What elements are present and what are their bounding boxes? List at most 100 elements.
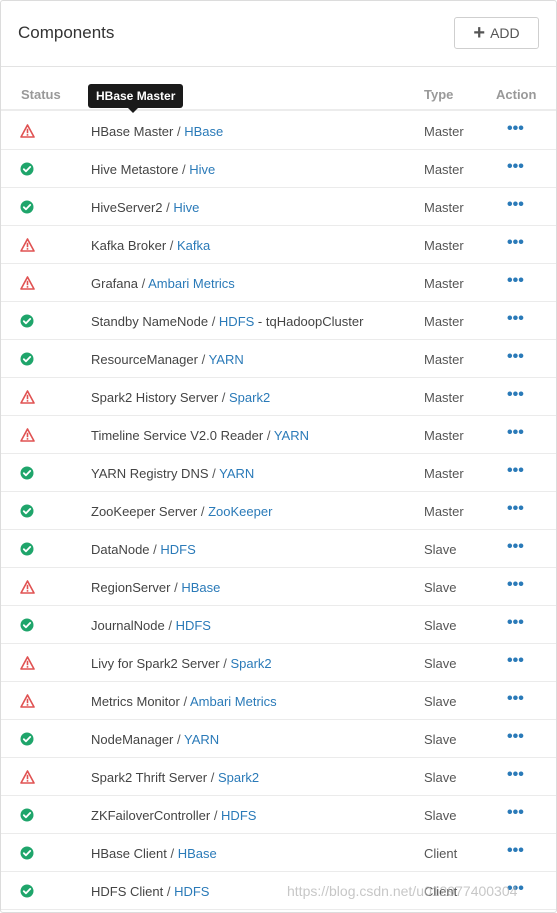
- service-link[interactable]: HBase: [184, 124, 223, 139]
- component-label[interactable]: ZooKeeper Server: [91, 504, 197, 519]
- service-link[interactable]: YARN: [219, 466, 254, 481]
- component-label[interactable]: Timeline Service V2.0 Reader: [91, 428, 263, 443]
- separator: /: [208, 314, 219, 329]
- component-name: ResourceManager / YARN: [91, 352, 244, 367]
- separator: /: [163, 884, 175, 899]
- table-row: JournalNode / HDFS Slave •••: [1, 606, 556, 644]
- watermark: https://blog.csdn.net/u012977400304: [287, 883, 518, 899]
- table-row: Spark2 History Server / Spark2 Master •••: [1, 378, 556, 416]
- separator: /: [208, 466, 220, 481]
- table-row: Grafana / Ambari Metrics Master •••: [1, 264, 556, 302]
- status-ok-icon: [20, 352, 34, 366]
- service-link[interactable]: HBase: [181, 580, 220, 595]
- service-link[interactable]: HBase: [178, 846, 217, 861]
- more-actions-icon[interactable]: •••: [507, 387, 524, 403]
- status-ok-icon: [20, 732, 34, 746]
- component-type: Master: [424, 314, 464, 329]
- more-actions-icon[interactable]: •••: [507, 577, 524, 593]
- more-actions-icon[interactable]: •••: [507, 425, 524, 441]
- service-link[interactable]: Kafka: [177, 238, 210, 253]
- component-label[interactable]: Grafana: [91, 276, 138, 291]
- more-actions-icon[interactable]: •••: [507, 843, 524, 859]
- component-name: ZooKeeper Server / ZooKeeper: [91, 504, 272, 519]
- table-row: Hive Metastore / Hive Master •••: [1, 150, 556, 188]
- component-label[interactable]: Hive Metastore: [91, 162, 178, 177]
- add-button[interactable]: + ADD: [454, 17, 539, 49]
- component-label[interactable]: ResourceManager: [91, 352, 198, 367]
- component-type: Master: [424, 124, 464, 139]
- service-link[interactable]: HDFS: [176, 618, 211, 633]
- component-label[interactable]: Kafka Broker: [91, 238, 166, 253]
- component-label[interactable]: JournalNode: [91, 618, 165, 633]
- component-label[interactable]: Metrics Monitor: [91, 694, 180, 709]
- table-row: Livy for Spark2 Server / Spark2 Slave •••: [1, 644, 556, 682]
- more-actions-icon[interactable]: •••: [507, 805, 524, 821]
- more-actions-icon[interactable]: •••: [507, 463, 524, 479]
- component-type: Slave: [424, 542, 457, 557]
- service-link[interactable]: HDFS: [174, 884, 209, 899]
- component-name: HBase Master / HBase: [91, 124, 223, 139]
- component-name: ZKFailoverController / HDFS: [91, 808, 256, 823]
- table-row: Kafka Broker / Kafka Master •••: [1, 226, 556, 264]
- component-type: Slave: [424, 656, 457, 671]
- service-link[interactable]: YARN: [184, 732, 219, 747]
- separator: /: [207, 770, 218, 785]
- component-label[interactable]: NodeManager: [91, 732, 173, 747]
- more-actions-icon[interactable]: •••: [507, 311, 524, 327]
- more-actions-icon[interactable]: •••: [507, 273, 524, 289]
- more-actions-icon[interactable]: •••: [507, 767, 524, 783]
- component-type: Slave: [424, 618, 457, 633]
- service-link[interactable]: HDFS: [219, 314, 254, 329]
- plus-icon: +: [473, 22, 486, 44]
- component-name: Livy for Spark2 Server / Spark2: [91, 656, 272, 671]
- more-actions-icon[interactable]: •••: [507, 501, 524, 517]
- status-ok-icon: [20, 542, 34, 556]
- component-label[interactable]: RegionServer: [91, 580, 171, 595]
- more-actions-icon[interactable]: •••: [507, 159, 524, 175]
- component-label[interactable]: HBase Client: [91, 846, 167, 861]
- component-name: HDFS Client / HDFS: [91, 884, 209, 899]
- column-header-type[interactable]: Type: [424, 87, 453, 102]
- service-link[interactable]: Hive: [189, 162, 215, 177]
- component-name: Hive Metastore / Hive: [91, 162, 215, 177]
- service-link[interactable]: YARN: [209, 352, 244, 367]
- component-type: Master: [424, 162, 464, 177]
- component-label[interactable]: ZKFailoverController: [91, 808, 210, 823]
- component-type: Slave: [424, 694, 457, 709]
- status-warning-icon: [20, 390, 35, 404]
- service-link[interactable]: Spark2: [230, 656, 271, 671]
- service-link[interactable]: Hive: [173, 200, 199, 215]
- component-type: Master: [424, 428, 464, 443]
- component-label[interactable]: YARN Registry DNS: [91, 466, 209, 481]
- component-label[interactable]: Livy for Spark2 Server: [91, 656, 220, 671]
- service-link[interactable]: HDFS: [221, 808, 256, 823]
- more-actions-icon[interactable]: •••: [507, 121, 524, 137]
- service-link[interactable]: Spark2: [229, 390, 270, 405]
- component-label[interactable]: DataNode: [91, 542, 150, 557]
- separator: /: [263, 428, 274, 443]
- more-actions-icon[interactable]: •••: [507, 235, 524, 251]
- component-label[interactable]: HDFS Client: [91, 884, 163, 899]
- service-link[interactable]: Ambari Metrics: [190, 694, 277, 709]
- service-link[interactable]: HDFS: [160, 542, 195, 557]
- service-link[interactable]: ZooKeeper: [208, 504, 272, 519]
- component-label[interactable]: HBase Master: [91, 124, 173, 139]
- status-warning-icon: [20, 694, 35, 708]
- more-actions-icon[interactable]: •••: [507, 615, 524, 631]
- more-actions-icon[interactable]: •••: [507, 729, 524, 745]
- column-header-status[interactable]: Status: [21, 87, 61, 102]
- component-label[interactable]: Spark2 Thrift Server: [91, 770, 207, 785]
- more-actions-icon[interactable]: •••: [507, 539, 524, 555]
- service-link[interactable]: Spark2: [218, 770, 259, 785]
- more-actions-icon[interactable]: •••: [507, 197, 524, 213]
- more-actions-icon[interactable]: •••: [507, 691, 524, 707]
- more-actions-icon[interactable]: •••: [507, 653, 524, 669]
- component-label[interactable]: Spark2 History Server: [91, 390, 218, 405]
- component-label[interactable]: Standby NameNode: [91, 314, 208, 329]
- component-type: Master: [424, 276, 464, 291]
- table-row: HBase Client / HBase Client •••: [1, 834, 556, 872]
- more-actions-icon[interactable]: •••: [507, 349, 524, 365]
- service-link[interactable]: YARN: [274, 428, 309, 443]
- component-label[interactable]: HiveServer2: [91, 200, 163, 215]
- service-link[interactable]: Ambari Metrics: [148, 276, 235, 291]
